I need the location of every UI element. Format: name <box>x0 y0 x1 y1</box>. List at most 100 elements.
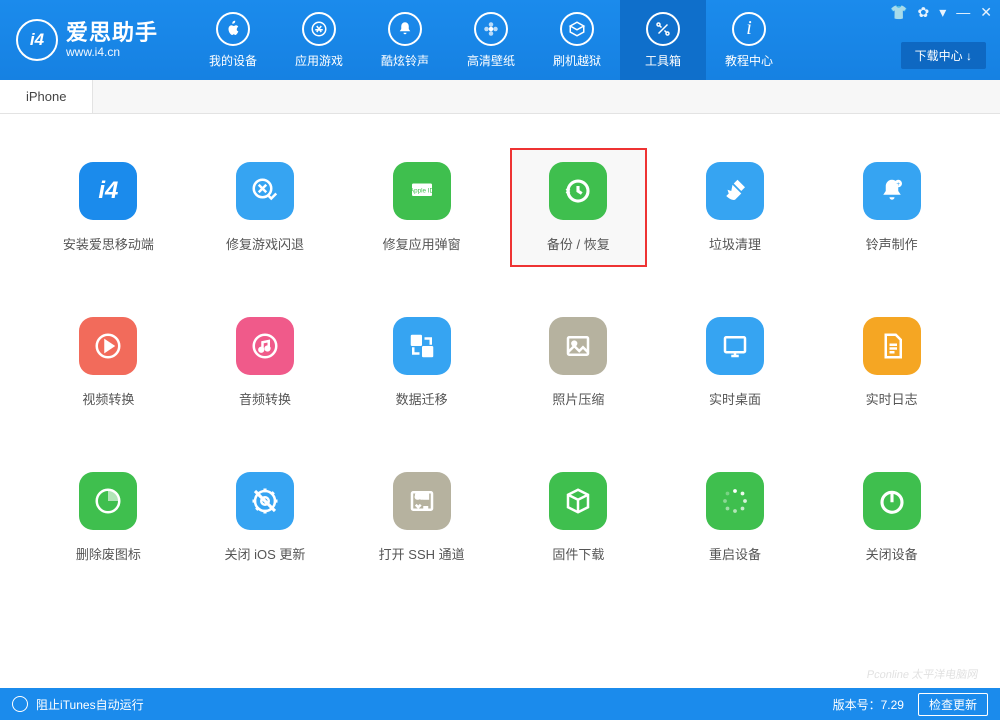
appstore-icon <box>302 12 336 46</box>
tool-appstore-check[interactable]: 修复游戏闪退 <box>197 148 334 267</box>
tool-label: 修复游戏闪退 <box>226 234 304 253</box>
tool-label: 照片压缩 <box>552 389 604 408</box>
tool-play[interactable]: 视频转换 <box>40 303 177 422</box>
tool-label: 安装爱思移动端 <box>63 234 154 253</box>
download-center-button[interactable]: 下载中心 ↓ <box>901 42 986 69</box>
settings-icon[interactable]: ✿ <box>918 4 930 21</box>
tool-label: 打开 SSH 通道 <box>379 544 465 563</box>
tool-label: 修复应用弹窗 <box>383 234 461 253</box>
tool-apple-id[interactable]: Apple ID 修复应用弹窗 <box>353 148 490 267</box>
tool-pie[interactable]: 删除废图标 <box>40 458 177 577</box>
ssh-icon: SSH <box>393 472 451 530</box>
tool-screen[interactable]: 实时桌面 <box>667 303 804 422</box>
nav-tutorials[interactable]: i 教程中心 <box>706 0 792 80</box>
nav-ringtones[interactable]: 酷炫铃声 <box>362 0 448 80</box>
status-bar: 阻止iTunes自动运行 版本号：7.29 检查更新 <box>0 688 1000 720</box>
appstore-check-icon <box>236 162 294 220</box>
tool-label: 实时桌面 <box>709 389 761 408</box>
transfer-icon <box>393 317 451 375</box>
apple-icon <box>216 12 250 46</box>
svg-text:+: + <box>896 181 900 188</box>
tool-label: 铃声制作 <box>866 234 918 253</box>
tool-transfer[interactable]: 数据迁移 <box>353 303 490 422</box>
screen-icon <box>706 317 764 375</box>
tool-label: 实时日志 <box>866 389 918 408</box>
cube-icon <box>549 472 607 530</box>
photo-icon <box>549 317 607 375</box>
info-icon: i <box>732 12 766 46</box>
nav-my-device[interactable]: 我的设备 <box>190 0 276 80</box>
shirt-icon[interactable]: 👕 <box>890 4 907 21</box>
tool-restore[interactable]: 备份 / 恢复 <box>510 148 647 267</box>
box-icon <box>560 12 594 46</box>
svg-text:Apple ID: Apple ID <box>410 187 434 194</box>
tool-i4[interactable]: i4 安装爱思移动端 <box>40 148 177 267</box>
dropdown-icon[interactable]: ▾ <box>939 4 946 21</box>
power-icon <box>863 472 921 530</box>
svg-text:SSH: SSH <box>415 494 428 501</box>
play-icon <box>79 317 137 375</box>
tool-gear-off[interactable]: 关闭 iOS 更新 <box>197 458 334 577</box>
tool-broom[interactable]: 垃圾清理 <box>667 148 804 267</box>
tool-label: 重启设备 <box>709 544 761 563</box>
tool-power[interactable]: 关闭设备 <box>823 458 960 577</box>
doc-icon <box>863 317 921 375</box>
tool-cube[interactable]: 固件下载 <box>510 458 647 577</box>
logo-icon: i4 <box>16 19 58 61</box>
pie-icon <box>79 472 137 530</box>
nav-label: 刷机越狱 <box>553 52 601 69</box>
window-controls: 👕 ✿ ▾ — ✕ <box>890 4 992 21</box>
tool-doc[interactable]: 实时日志 <box>823 303 960 422</box>
tool-photo[interactable]: 照片压缩 <box>510 303 647 422</box>
tab-iphone[interactable]: iPhone <box>0 80 93 113</box>
tools-icon <box>646 12 680 46</box>
nav-flash-jailbreak[interactable]: 刷机越狱 <box>534 0 620 80</box>
tool-loading[interactable]: 重启设备 <box>667 458 804 577</box>
close-icon[interactable]: ✕ <box>980 4 992 21</box>
brand: i4 爱思助手 www.i4.cn <box>0 19 190 61</box>
tools-panel: i4 安装爱思移动端 修复游戏闪退 Apple ID 修复应用弹窗 备份 / 恢复 垃圾清理… <box>0 114 1000 684</box>
device-tabs: iPhone <box>0 80 1000 114</box>
nav-tabs: 我的设备 应用游戏 酷炫铃声 高清壁纸 刷机越狱 工具箱 i 教程中心 <box>190 0 1000 80</box>
tool-label: 删除废图标 <box>76 544 141 563</box>
tool-bell[interactable]: + 铃声制作 <box>823 148 960 267</box>
nav-label: 工具箱 <box>645 52 681 69</box>
tool-label: 音频转换 <box>239 389 291 408</box>
block-itunes-toggle[interactable]: 阻止iTunes自动运行 <box>12 696 144 713</box>
nav-toolbox[interactable]: 工具箱 <box>620 0 706 80</box>
header: i4 爱思助手 www.i4.cn 我的设备 应用游戏 酷炫铃声 高清壁纸 刷机… <box>0 0 1000 80</box>
radio-icon <box>12 696 28 712</box>
tool-label: 垃圾清理 <box>709 234 761 253</box>
restore-icon <box>549 162 607 220</box>
brand-cn: 爱思助手 <box>66 20 158 45</box>
tool-ssh[interactable]: SSH 打开 SSH 通道 <box>353 458 490 577</box>
brand-en: www.i4.cn <box>66 46 158 60</box>
nav-label: 教程中心 <box>725 52 773 69</box>
nav-label: 我的设备 <box>209 52 257 69</box>
tool-label: 数据迁移 <box>396 389 448 408</box>
check-update-button[interactable]: 检查更新 <box>918 693 988 716</box>
tool-label: 关闭设备 <box>866 544 918 563</box>
flower-icon <box>474 12 508 46</box>
nav-apps-games[interactable]: 应用游戏 <box>276 0 362 80</box>
tool-label: 关闭 iOS 更新 <box>225 544 306 563</box>
tool-label: 备份 / 恢复 <box>547 234 610 253</box>
minimize-icon[interactable]: — <box>956 4 970 21</box>
nav-label: 酷炫铃声 <box>381 52 429 69</box>
i4-icon: i4 <box>79 162 137 220</box>
nav-label: 高清壁纸 <box>467 52 515 69</box>
bell-icon: + <box>863 162 921 220</box>
nav-wallpapers[interactable]: 高清壁纸 <box>448 0 534 80</box>
block-itunes-label: 阻止iTunes自动运行 <box>36 696 144 713</box>
version-label: 版本号：7.29 <box>833 696 904 713</box>
nav-label: 应用游戏 <box>295 52 343 69</box>
gear-off-icon <box>236 472 294 530</box>
tool-label: 视频转换 <box>82 389 134 408</box>
apple-id-icon: Apple ID <box>393 162 451 220</box>
bell-icon <box>388 12 422 46</box>
loading-icon <box>706 472 764 530</box>
broom-icon <box>706 162 764 220</box>
tool-label: 固件下载 <box>552 544 604 563</box>
music-icon <box>236 317 294 375</box>
tool-music[interactable]: 音频转换 <box>197 303 334 422</box>
